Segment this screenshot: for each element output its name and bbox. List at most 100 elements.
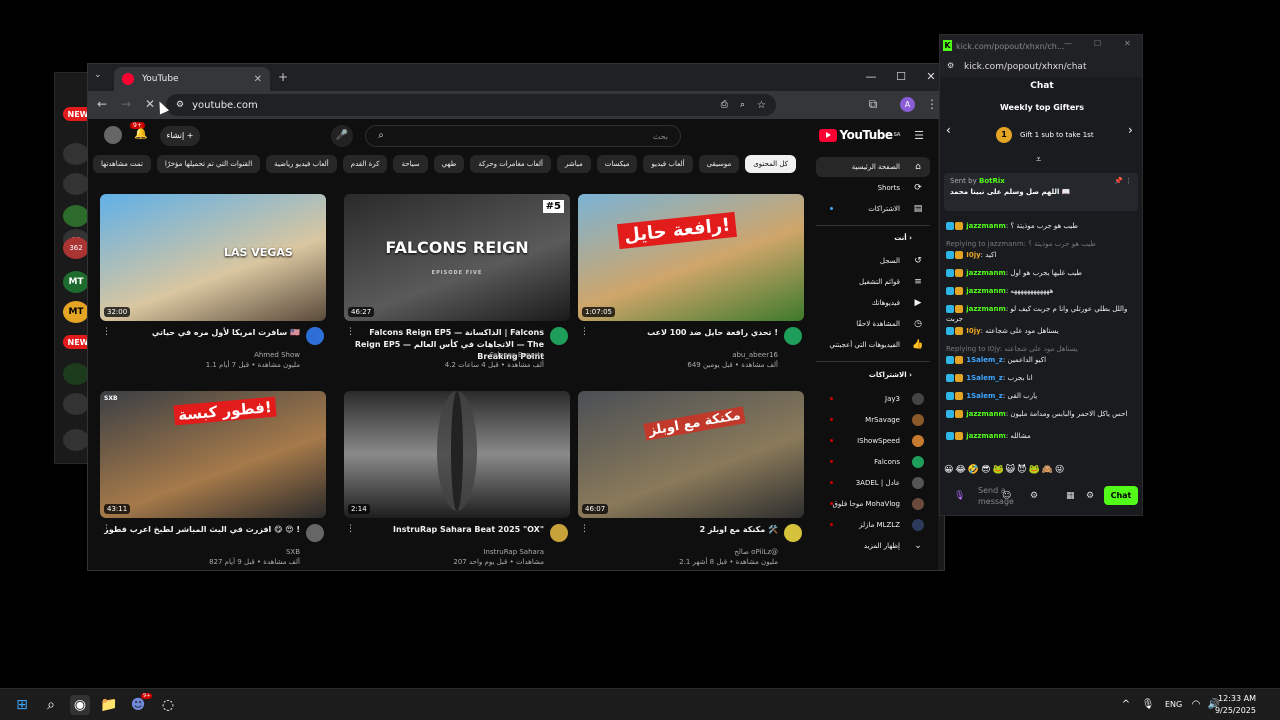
sidebar-channel-item[interactable]: MrSavage: [816, 410, 930, 430]
mic-icon[interactable]: 🎤: [331, 125, 353, 147]
channel-avatar[interactable]: [63, 143, 89, 165]
kick-address-bar[interactable]: ⚙ kick.com/popout/xhxn/chat: [940, 57, 1142, 77]
video-card[interactable]: مكنكة مع اوبلز 46:07 مكنكة مع اوبلز 2 🛠️ صا…: [578, 391, 804, 568]
site-info-icon[interactable]: ⚙: [176, 100, 184, 110]
close-icon[interactable]: ✕: [1124, 39, 1131, 48]
video-thumbnail[interactable]: فطور كبسة! SXB 43:11: [100, 391, 326, 518]
chat-send-button[interactable]: Chat: [1104, 486, 1138, 505]
new-tab-icon[interactable]: +: [278, 70, 288, 84]
gear-icon[interactable]: ⚙: [1086, 491, 1094, 501]
sidebar-channel-item[interactable]: مازلز MLZLZ: [816, 515, 930, 535]
tab-youtube[interactable]: YouTube ✕: [114, 67, 270, 91]
close-window-icon[interactable]: ✕: [922, 69, 940, 85]
more-options-icon[interactable]: ⋮: [102, 327, 111, 337]
sidebar-channel-item[interactable]: Falcons: [816, 452, 930, 472]
video-title[interactable]: مكنكة مع اوبلز 2 🛠️: [578, 524, 778, 536]
store-icon[interactable]: ▦: [1066, 491, 1075, 501]
bookmark-star-icon[interactable]: ☆: [757, 100, 766, 111]
category-chip[interactable]: كل المحتوى: [745, 155, 796, 173]
video-title[interactable]: سافرت امريكا لأول مره في حياتي 🇺🇸: [100, 327, 300, 339]
hamburger-menu-icon[interactable]: ☰: [914, 129, 924, 142]
settings-icon[interactable]: ⚙: [1030, 491, 1038, 501]
close-icon[interactable]: ✕: [254, 74, 262, 85]
video-card[interactable]: 2:14 InstruRap Sahara Beat 2025 "OX" Instr…: [344, 391, 570, 568]
chevron-left-icon[interactable]: ‹: [946, 123, 951, 137]
minimize-icon[interactable]: —: [862, 69, 880, 85]
emote-picker-icon[interactable]: ☺: [1002, 491, 1011, 501]
search-icon[interactable]: ⌕: [41, 695, 61, 715]
youtube-logo[interactable]: YouTube SA: [818, 128, 901, 142]
category-chip[interactable]: القنوات التي تم تحميلها مؤخرًا: [156, 155, 261, 173]
video-card[interactable]: رافعة حايل! 1:07:05 تحدي رافعة حايل ضد 100…: [578, 194, 804, 371]
category-chip[interactable]: سياحة: [393, 155, 428, 173]
more-options-icon[interactable]: ⋮: [346, 327, 355, 337]
chat-username[interactable]: jazzmanm: [966, 287, 1006, 295]
chat-username[interactable]: I0jy: [966, 251, 980, 259]
channel-avatar[interactable]: [63, 363, 89, 385]
video-channel[interactable]: Falcons Esports: [344, 351, 544, 359]
video-title[interactable]: افزرت في البث المباشر لطبخ اعرب فطور 😋 😍…: [100, 524, 300, 536]
mic-icon[interactable]: 🎙: [1138, 695, 1158, 715]
channel-avatar[interactable]: [63, 173, 89, 195]
app-icon[interactable]: ◌: [158, 695, 178, 715]
category-chip[interactable]: ألعاب مغامرات وحركة: [470, 155, 552, 173]
sidebar-channel-item[interactable]: Jay3: [816, 389, 930, 409]
pin-icon[interactable]: 📌 ⋮: [1114, 177, 1132, 185]
video-thumbnail[interactable]: LAS VEGAS 32:00: [100, 194, 326, 321]
sidebar-channel-item[interactable]: 3ADEL | عادل: [816, 473, 930, 493]
chat-username[interactable]: 1Salem_z: [966, 356, 1003, 364]
chat-username[interactable]: jazzmanm: [966, 269, 1006, 277]
bell-icon[interactable]: 🔔: [134, 127, 148, 140]
minimize-icon[interactable]: —: [1064, 39, 1072, 48]
sidebar-item-your-videos[interactable]: فيديوهاتك ▶: [816, 293, 930, 313]
collapse-icon[interactable]: ⩡: [1036, 155, 1041, 165]
maximize-icon[interactable]: ☐: [1094, 39, 1101, 48]
category-chip[interactable]: ميكسات: [596, 155, 638, 173]
chat-username[interactable]: jazzmanm: [966, 305, 1006, 313]
video-card[interactable]: FALCONS REIGN EPISODE FIVE #5 46:27 Falcons …: [344, 194, 570, 371]
subscriptions-section-header[interactable]: الاشتراكات ›: [869, 371, 912, 379]
video-thumbnail[interactable]: مكنكة مع اوبلز 46:07: [578, 391, 804, 518]
channel-avatar[interactable]: [63, 205, 89, 227]
site-info-icon[interactable]: ⚙: [947, 61, 954, 70]
channel-avatar[interactable]: [550, 524, 568, 542]
account-avatar[interactable]: [104, 126, 122, 144]
zoom-icon[interactable]: ⌕: [740, 100, 745, 110]
category-chip[interactable]: مباشر: [557, 155, 591, 173]
video-card[interactable]: LAS VEGAS 32:00 سافرت امريكا لأول مره في ح…: [100, 194, 326, 371]
more-options-icon[interactable]: ⋮: [346, 524, 355, 534]
gift-prompt[interactable]: 1 Gift 1 sub to take 1st: [996, 127, 1094, 143]
video-channel[interactable]: Ahmed Show: [100, 351, 300, 359]
address-bar[interactable]: ⚙ youtube.com ⎙ ⌕ ☆: [166, 94, 776, 116]
search-input[interactable]: بحث: [365, 125, 681, 147]
forward-icon[interactable]: →: [118, 97, 134, 111]
sidebar-item-watch-later[interactable]: المشاهدة لاحقًا ◷: [816, 314, 930, 334]
profile-avatar[interactable]: A: [900, 97, 915, 112]
you-section-header[interactable]: أنت ›: [894, 234, 912, 242]
category-chip[interactable]: موسيقى: [698, 155, 740, 173]
category-chip[interactable]: ألعاب فيديو رياضية: [266, 155, 337, 173]
channel-avatar[interactable]: [63, 429, 89, 451]
install-app-icon[interactable]: ⎙: [721, 100, 728, 110]
search-icon[interactable]: ⌕: [365, 125, 397, 147]
category-chip[interactable]: طهي: [433, 155, 465, 173]
sidebar-show-more[interactable]: إظهار المزيد ⌄: [816, 536, 930, 556]
emote-bar[interactable]: 😀😂🤣😎🐸😺😈🐸🙈😜: [944, 465, 1140, 479]
video-channel[interactable]: abu_abeer16: [578, 351, 778, 359]
sidebar-item-home[interactable]: الصفحة الرئيسية ⌂: [816, 157, 930, 177]
more-options-icon[interactable]: ⋮: [580, 327, 589, 337]
clock[interactable]: 12:33 AM 9/25/2025: [1215, 693, 1256, 717]
video-channel[interactable]: صالح oPiiLz@: [578, 548, 778, 556]
chat-username[interactable]: jazzmanm: [966, 410, 1006, 418]
channel-avatar[interactable]: [306, 327, 324, 345]
sidebar-item-history[interactable]: السجل ↺: [816, 251, 930, 271]
sidebar-item-playlists[interactable]: قوائم التشغيل ≡: [816, 272, 930, 292]
video-channel[interactable]: SXB: [100, 548, 300, 556]
channel-avatar[interactable]: [784, 327, 802, 345]
menu-icon[interactable]: ⋮: [924, 97, 940, 111]
video-title[interactable]: InstruRap Sahara Beat 2025 "OX": [344, 524, 544, 536]
more-options-icon[interactable]: ⋮: [580, 524, 589, 534]
more-options-icon[interactable]: ⋮: [102, 524, 111, 534]
channel-avatar[interactable]: [550, 327, 568, 345]
category-chip[interactable]: تمت مشاهدتها: [93, 155, 151, 173]
